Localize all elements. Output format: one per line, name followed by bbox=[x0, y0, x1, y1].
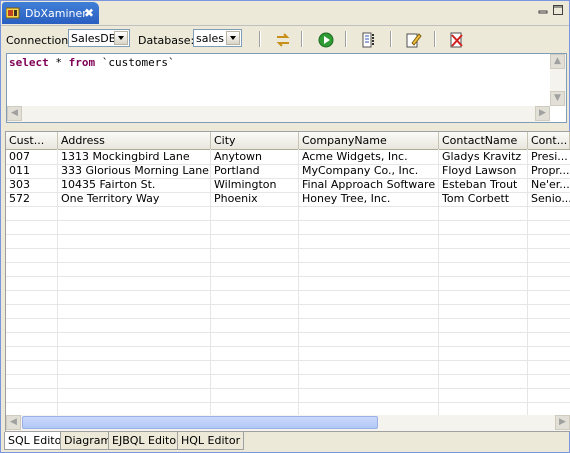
column-header-companyname[interactable]: CompanyName bbox=[299, 132, 439, 149]
table-cell: Tom Corbett bbox=[442, 192, 510, 205]
tab-title: DbXaminer bbox=[25, 7, 87, 20]
column-header-address[interactable]: Address bbox=[58, 132, 211, 149]
empty-row bbox=[6, 206, 570, 221]
table-cell: Ne'er... bbox=[531, 178, 570, 191]
table-cell: 007 bbox=[9, 150, 30, 163]
scroll-right-icon[interactable]: ▶ bbox=[555, 415, 570, 430]
edit-icon[interactable] bbox=[404, 31, 422, 49]
empty-row bbox=[6, 248, 570, 263]
scroll-right-icon[interactable]: ▶ bbox=[535, 106, 550, 121]
empty-row bbox=[6, 388, 570, 403]
table-cell: Wilmington bbox=[214, 178, 277, 191]
tab-dbxaminer[interactable]: DbXaminer ✖ bbox=[2, 2, 99, 24]
grid-horizontal-scrollbar[interactable]: ◀ ▶ bbox=[6, 415, 570, 431]
table-cell: 1313 Mockingbird Lane bbox=[61, 150, 190, 163]
tab-ejbql-editor[interactable]: EJBQL Editor bbox=[108, 432, 185, 450]
database-value: sales bbox=[196, 32, 225, 45]
table-cell: Esteban Trout bbox=[442, 178, 518, 191]
table-cell: Gladys Kravitz bbox=[442, 150, 522, 163]
table-cell: Phoenix bbox=[214, 192, 258, 205]
empty-row bbox=[6, 318, 570, 333]
table-cell: 011 bbox=[9, 164, 30, 177]
table-cell: 303 bbox=[9, 178, 30, 191]
toolbar: Connection: SalesDB Database: sales bbox=[2, 26, 568, 53]
sql-keyword-from: from bbox=[68, 56, 96, 69]
empty-row bbox=[6, 276, 570, 291]
toolbar-separator bbox=[390, 31, 392, 47]
tab-diagram[interactable]: Diagram bbox=[60, 432, 116, 450]
table-cell: Propr... bbox=[531, 164, 570, 177]
sql-editor[interactable]: select * from `customers` ▲ ▼ ◀ ▶ bbox=[6, 53, 567, 123]
empty-row bbox=[6, 304, 570, 319]
grid-header: Cust... Address City CompanyName Contact… bbox=[6, 132, 570, 150]
empty-row bbox=[6, 262, 570, 277]
column-header-cont[interactable]: Cont... bbox=[528, 132, 570, 149]
column-header-contactname[interactable]: ContactName bbox=[439, 132, 528, 149]
toolbar-separator bbox=[345, 31, 347, 47]
table-cell: Anytown bbox=[214, 150, 263, 163]
table-cell: Final Approach Software bbox=[302, 178, 436, 191]
properties-icon[interactable] bbox=[360, 31, 378, 49]
database-label: Database: bbox=[138, 34, 195, 47]
column-header-city[interactable]: City bbox=[211, 132, 299, 149]
chevron-down-icon[interactable] bbox=[114, 31, 128, 45]
table-row[interactable]: 572 One Territory Way Phoenix Honey Tree… bbox=[6, 192, 570, 207]
minimize-icon[interactable] bbox=[538, 5, 548, 15]
database-select[interactable]: sales bbox=[193, 29, 242, 47]
table-cell: Presi... bbox=[531, 150, 568, 163]
scrollbar-thumb[interactable] bbox=[22, 416, 378, 429]
editor-horizontal-scrollbar[interactable]: ◀ ▶ bbox=[7, 106, 550, 122]
scroll-left-icon[interactable]: ◀ bbox=[7, 106, 22, 121]
sql-table-name: `customers` bbox=[101, 56, 175, 69]
sql-keyword-select: select bbox=[9, 56, 49, 69]
sql-star: * bbox=[55, 56, 62, 69]
table-row[interactable]: 007 1313 Mockingbird Lane Anytown Acme W… bbox=[6, 150, 570, 165]
table-cell: One Territory Way bbox=[61, 192, 160, 205]
scroll-up-icon[interactable]: ▲ bbox=[550, 54, 565, 69]
view-title-bar: DbXaminer ✖ bbox=[1, 1, 569, 26]
empty-row bbox=[6, 360, 570, 375]
connection-value: SalesDB bbox=[71, 32, 117, 45]
table-cell: MyCompany Co., Inc. bbox=[302, 164, 419, 177]
table-row[interactable]: 011 333 Glorious Morning Lane Portland M… bbox=[6, 164, 570, 179]
toolbar-separator bbox=[259, 31, 261, 47]
editor-vertical-scrollbar[interactable]: ▲ ▼ bbox=[550, 54, 566, 106]
toolbar-separator bbox=[301, 31, 303, 47]
results-grid[interactable]: Cust... Address City CompanyName Contact… bbox=[5, 131, 570, 432]
empty-row bbox=[6, 332, 570, 347]
tab-hql-editor[interactable]: HQL Editor bbox=[177, 432, 245, 450]
dbxaminer-view: DbXaminer ✖ Connection: SalesDB Database… bbox=[0, 0, 570, 453]
database-app-icon bbox=[6, 7, 20, 19]
table-cell: Portland bbox=[214, 164, 260, 177]
empty-row bbox=[6, 346, 570, 361]
table-cell: Acme Widgets, Inc. bbox=[302, 150, 408, 163]
table-cell: 572 bbox=[9, 192, 30, 205]
sql-text: select * from `customers` bbox=[9, 56, 175, 69]
empty-row bbox=[6, 290, 570, 305]
column-header-cust[interactable]: Cust... bbox=[6, 132, 58, 149]
maximize-icon[interactable] bbox=[553, 5, 563, 15]
empty-row bbox=[6, 234, 570, 249]
swap-icon[interactable] bbox=[274, 31, 292, 49]
table-cell: Floyd Lawson bbox=[442, 164, 517, 177]
empty-row bbox=[6, 220, 570, 235]
scroll-down-icon[interactable]: ▼ bbox=[550, 91, 565, 106]
table-cell: Senio... bbox=[531, 192, 570, 205]
run-icon[interactable] bbox=[317, 31, 335, 49]
table-cell: Honey Tree, Inc. bbox=[302, 192, 391, 205]
empty-row bbox=[6, 374, 570, 389]
table-cell: 333 Glorious Morning Lane bbox=[61, 164, 209, 177]
scroll-left-icon[interactable]: ◀ bbox=[6, 415, 21, 430]
chevron-down-icon[interactable] bbox=[226, 31, 240, 45]
table-row[interactable]: 303 10435 Fairton St. Wilmington Final A… bbox=[6, 178, 570, 193]
connection-select[interactable]: SalesDB bbox=[68, 29, 130, 47]
connection-label: Connection: bbox=[6, 34, 72, 47]
clear-icon[interactable] bbox=[448, 31, 466, 49]
editor-tabs: SQL Editor Diagram EJBQL Editor HQL Edit… bbox=[4, 432, 566, 451]
table-cell: 10435 Fairton St. bbox=[61, 178, 156, 191]
toolbar-separator bbox=[434, 31, 436, 47]
close-icon[interactable]: ✖ bbox=[84, 6, 94, 20]
